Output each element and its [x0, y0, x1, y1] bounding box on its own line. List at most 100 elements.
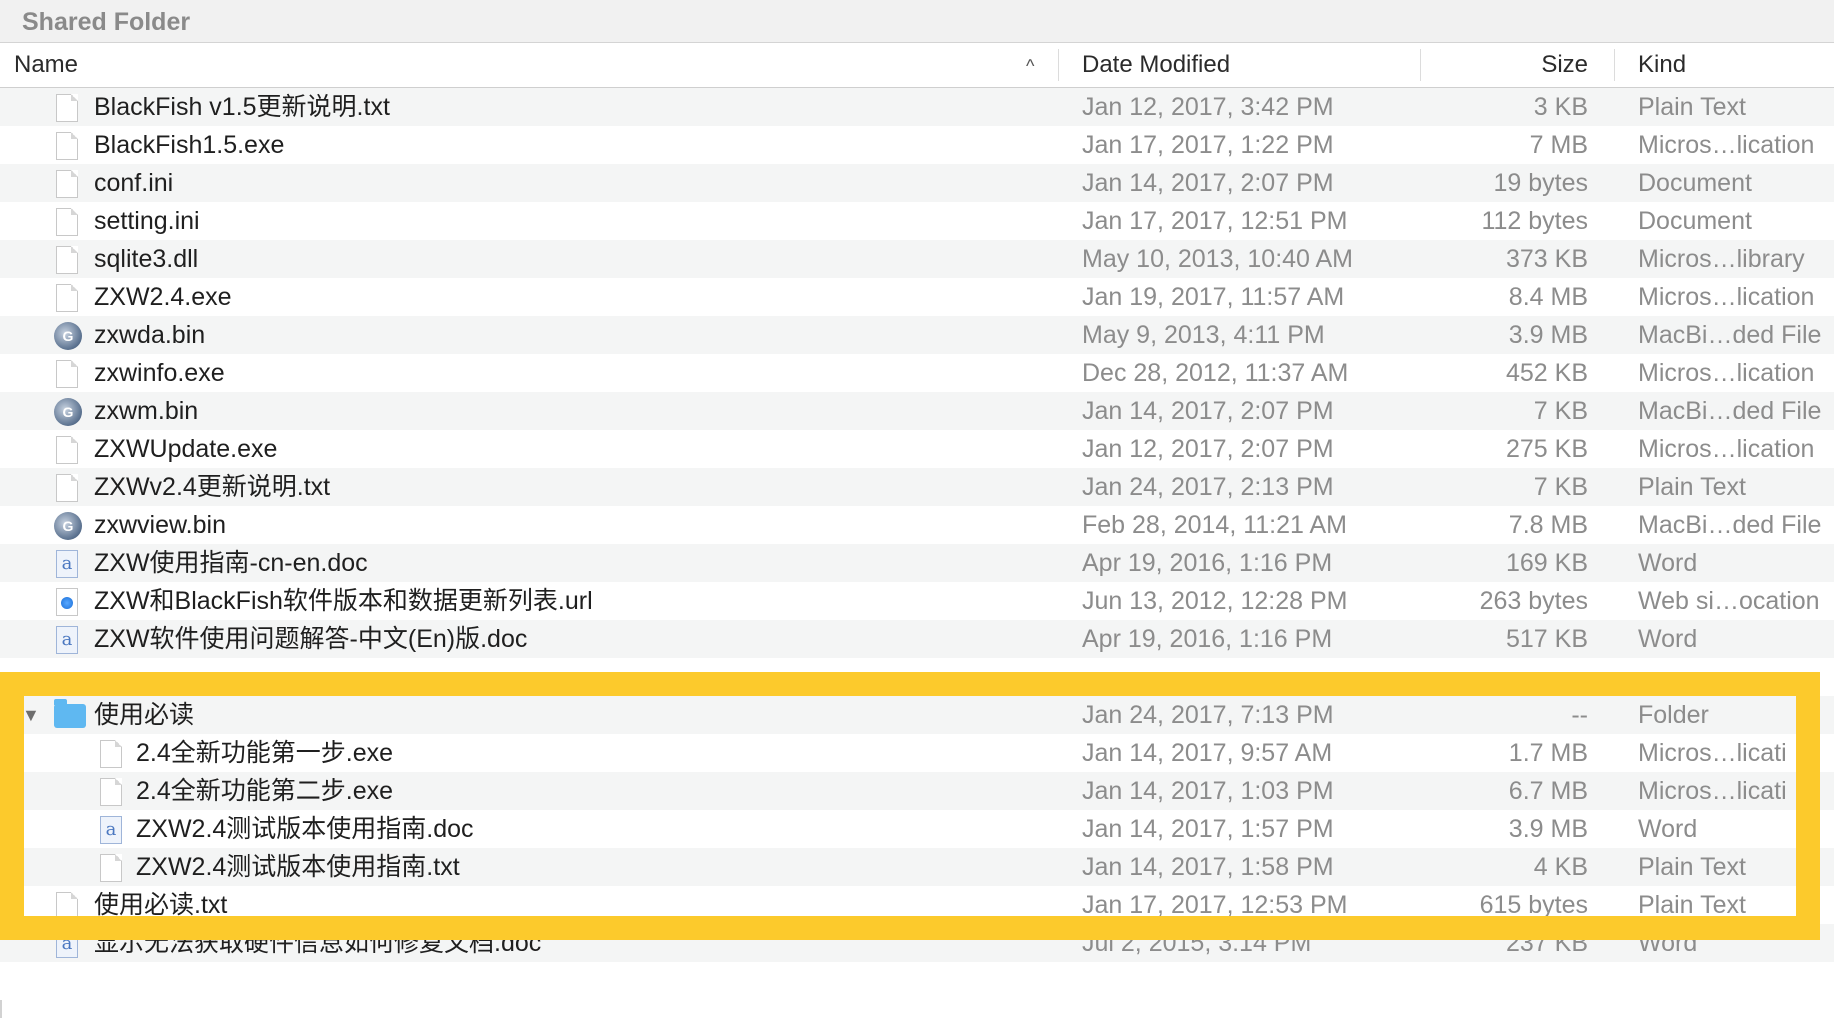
- table-row[interactable]: a ZXW软件使用问题解答-中文(En)版.doc Apr 19, 2016, 1:…: [0, 620, 1834, 658]
- file-kind: Plain Text: [1638, 93, 1746, 121]
- file-kind: Document: [1638, 207, 1752, 235]
- file-name: 使用必读: [94, 701, 195, 729]
- word-doc-icon: a: [56, 626, 80, 654]
- column-divider[interactable]: [1420, 49, 1421, 81]
- sort-ascending-icon[interactable]: ^: [1026, 43, 1034, 87]
- file-icon: [100, 778, 124, 806]
- word-doc-icon: a: [100, 816, 124, 844]
- file-size: 112 bytes: [1481, 207, 1588, 235]
- file-size: 7 KB: [1533, 397, 1588, 425]
- file-date: Jan 17, 2017, 12:51 PM: [1082, 207, 1348, 235]
- file-kind: Document: [1638, 169, 1752, 197]
- word-doc-icon: a: [56, 930, 80, 958]
- table-row[interactable]: a ZXW2.4测试版本使用指南.doc Jan 14, 2017, 1:57 PM…: [0, 810, 1834, 848]
- file-date: Jan 14, 2017, 9:57 AM: [1082, 739, 1333, 767]
- table-row[interactable]: Gzxwview.bin Feb 28, 2014, 11:21 AM 7.8 MB…: [0, 506, 1834, 544]
- file-name: zxwinfo.exe: [94, 359, 225, 387]
- file-name: 2.4全新功能第一步.exe: [136, 739, 394, 767]
- table-row[interactable]: sqlite3.dll May 10, 2013, 10:40 AM 373 KB M…: [0, 240, 1834, 278]
- file-size: 19 bytes: [1493, 169, 1588, 197]
- file-icon: [56, 246, 80, 274]
- window-titlebar: Shared Folder: [0, 0, 1834, 43]
- table-row[interactable]: ZXWv2.4更新说明.txt Jan 24, 2017, 2:13 PM 7 KB…: [0, 468, 1834, 506]
- file-date: Jan 17, 2017, 1:22 PM: [1082, 131, 1334, 159]
- table-row[interactable]: ZXW和BlackFish软件版本和数据更新列表.url Jun 13, 2012…: [0, 582, 1834, 620]
- file-name: 显示无法获取硬件信息如何修复文档.doc: [94, 929, 542, 957]
- table-row[interactable]: BlackFish1.5.exe Jan 17, 2017, 1:22 PM 7 M…: [0, 126, 1834, 164]
- table-row[interactable]: ZXWUpdate.exe Jan 12, 2017, 2:07 PM 275 KB…: [0, 430, 1834, 468]
- file-size: 8.4 MB: [1508, 283, 1588, 311]
- table-row[interactable]: setting.ini Jan 17, 2017, 12:51 PM 112 byt…: [0, 202, 1834, 240]
- table-row-spacer: [0, 658, 1834, 696]
- text-file-icon: [100, 854, 124, 882]
- table-row[interactable]: 使用必读.txt Jan 17, 2017, 12:53 PM 615 bytes P…: [0, 886, 1834, 924]
- file-date: May 10, 2013, 10:40 AM: [1082, 245, 1354, 273]
- file-size: 517 KB: [1505, 625, 1588, 653]
- file-name: 2.4全新功能第二步.exe: [136, 777, 394, 805]
- macbinary-icon: G: [54, 322, 82, 350]
- table-row[interactable]: conf.ini Jan 14, 2017, 2:07 PM 19 bytes Doc…: [0, 164, 1834, 202]
- file-name: ZXW2.4测试版本使用指南.txt: [136, 853, 460, 881]
- table-row[interactable]: Gzxwm.bin Jan 14, 2017, 2:07 PM 7 KB MacBi……: [0, 392, 1834, 430]
- file-name: zxwm.bin: [94, 397, 199, 425]
- window-title: Shared Folder: [22, 8, 191, 36]
- table-row[interactable]: Gzxwda.bin May 9, 2013, 4:11 PM 3.9 MB MacB…: [0, 316, 1834, 354]
- file-name: conf.ini: [94, 169, 174, 197]
- table-row[interactable]: 2.4全新功能第一步.exe Jan 14, 2017, 9:57 AM 1.7 M…: [0, 734, 1834, 772]
- file-size: 4 KB: [1533, 853, 1588, 881]
- word-doc-icon: a: [56, 550, 80, 578]
- table-row[interactable]: a ZXW使用指南-cn-en.doc Apr 19, 2016, 1:16 PM 1…: [0, 544, 1834, 582]
- column-divider[interactable]: [1058, 49, 1059, 81]
- text-file-icon: [56, 892, 80, 920]
- table-row[interactable]: BlackFish v1.5更新说明.txt Jan 12, 2017, 3:42…: [0, 88, 1834, 126]
- file-size: --: [1571, 701, 1588, 729]
- table-row[interactable]: 2.4全新功能第二步.exe Jan 14, 2017, 1:03 PM 6.7 M…: [0, 772, 1834, 810]
- file-icon: [56, 208, 80, 236]
- column-header-name[interactable]: Name: [14, 43, 78, 87]
- column-divider[interactable]: [1614, 49, 1615, 81]
- file-kind: Word: [1638, 549, 1698, 577]
- file-name: ZXW2.4.exe: [94, 283, 232, 311]
- file-name: sqlite3.dll: [94, 245, 199, 273]
- file-date: Jun 13, 2012, 12:28 PM: [1082, 587, 1348, 615]
- file-kind: Plain Text: [1638, 473, 1746, 501]
- file-icon: [56, 284, 80, 312]
- file-size: 6.7 MB: [1508, 777, 1588, 805]
- column-header-size[interactable]: Size: [1541, 43, 1588, 87]
- file-kind: Micros…licati: [1638, 777, 1787, 805]
- column-header-date[interactable]: Date Modified: [1082, 43, 1230, 87]
- table-row[interactable]: zxwinfo.exe Dec 28, 2012, 11:37 AM 452 KB M…: [0, 354, 1834, 392]
- file-icon: [56, 132, 80, 160]
- file-date: Apr 19, 2016, 1:16 PM: [1082, 549, 1333, 577]
- column-header-kind[interactable]: Kind: [1638, 43, 1686, 87]
- file-kind: Plain Text: [1638, 891, 1746, 919]
- file-date: Jan 14, 2017, 2:07 PM: [1082, 169, 1334, 197]
- folder-icon: [54, 699, 86, 728]
- file-date: Feb 28, 2014, 11:21 AM: [1082, 511, 1348, 539]
- file-date: Jan 12, 2017, 3:42 PM: [1082, 93, 1334, 121]
- file-size: 3 KB: [1533, 93, 1588, 121]
- file-date: Jan 14, 2017, 2:07 PM: [1082, 397, 1334, 425]
- file-date: Jan 24, 2017, 7:13 PM: [1082, 701, 1334, 729]
- file-date: Jan 19, 2017, 11:57 AM: [1082, 283, 1345, 311]
- file-kind: Micros…lication: [1638, 359, 1815, 387]
- table-row[interactable]: ZXW2.4测试版本使用指南.txt Jan 14, 2017, 1:58 PM 4…: [0, 848, 1834, 886]
- file-kind: Plain Text: [1638, 853, 1746, 881]
- file-kind: Word: [1638, 625, 1698, 653]
- disclosure-triangle-icon[interactable]: ▼: [22, 696, 40, 734]
- file-icon: [100, 740, 124, 768]
- file-date: May 9, 2013, 4:11 PM: [1082, 321, 1325, 349]
- text-file-icon: [56, 474, 80, 502]
- text-file-icon: [56, 94, 80, 122]
- table-row[interactable]: ZXW2.4.exe Jan 19, 2017, 11:57 AM 8.4 MB Mi…: [0, 278, 1834, 316]
- table-row-folder[interactable]: ▼ 使用必读 Jan 24, 2017, 7:13 PM -- Folder: [0, 696, 1834, 734]
- table-row-empty: [0, 962, 1834, 1000]
- web-location-icon: [56, 588, 80, 616]
- file-icon: [56, 360, 80, 388]
- file-size: 3.9 MB: [1508, 815, 1588, 843]
- file-name: ZXW软件使用问题解答-中文(En)版.doc: [94, 625, 528, 653]
- file-size: 373 KB: [1505, 245, 1588, 273]
- table-row[interactable]: a 显示无法获取硬件信息如何修复文档.doc Jul 2, 2015, 3:14 P…: [0, 924, 1834, 962]
- file-kind: Micros…lication: [1638, 283, 1815, 311]
- file-size: 3.9 MB: [1508, 321, 1588, 349]
